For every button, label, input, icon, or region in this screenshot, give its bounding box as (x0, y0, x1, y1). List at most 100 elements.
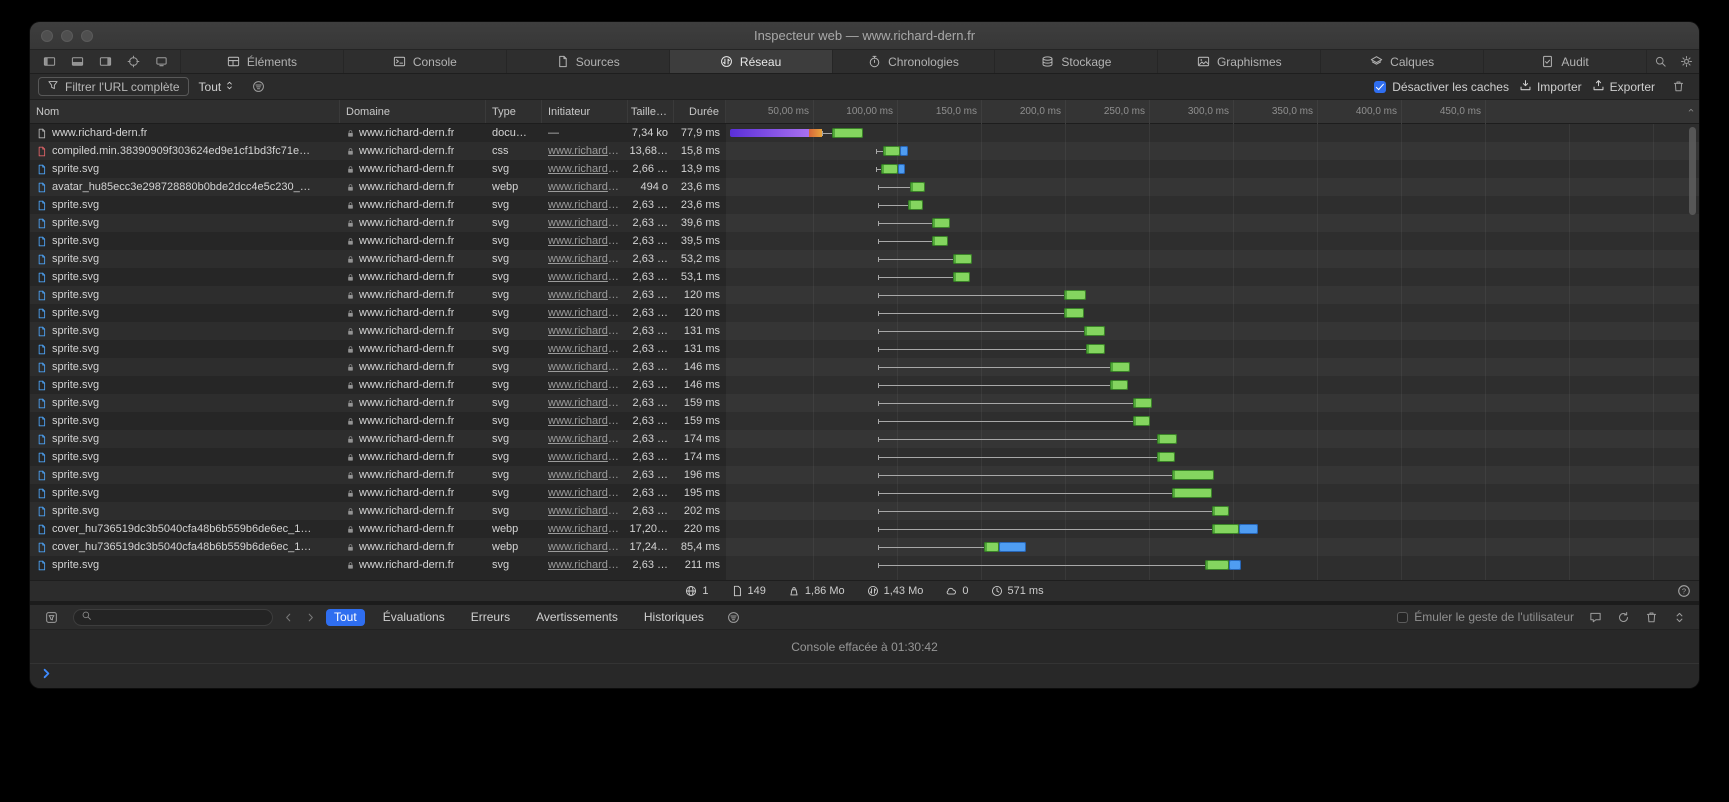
console-scope-erreurs[interactable]: Erreurs (463, 609, 518, 626)
request-initiator-link[interactable]: www.richard-d… (548, 145, 622, 157)
request-initiator-link[interactable]: www.richard-d… (548, 541, 622, 553)
request-initiator-link[interactable]: www.richard-d… (548, 559, 622, 571)
tab-stockage[interactable]: Stockage (994, 50, 1157, 73)
request-initiator-link[interactable]: www.richard-d… (548, 271, 622, 283)
chevron-up-icon[interactable] (1686, 105, 1696, 118)
console-filter-button[interactable] (38, 605, 64, 629)
tab-graphismes[interactable]: Graphismes (1157, 50, 1320, 73)
panel-left-button[interactable] (36, 50, 62, 73)
table-row[interactable]: avatar_hu85ecc3e298728880b0bde2dcc4e5c23… (30, 178, 1699, 196)
column-header-type[interactable]: Type (486, 100, 542, 123)
table-row[interactable]: cover_hu736519dc3b5040cfa48b6b559b6de6ec… (30, 538, 1699, 556)
gear-button[interactable] (1673, 50, 1699, 73)
request-initiator-link[interactable]: www.richard-d… (548, 487, 622, 499)
request-initiator-link[interactable]: www.richard-d… (548, 433, 622, 445)
table-row[interactable]: sprite.svgwww.richard-dern.frsvgwww.rich… (30, 556, 1699, 574)
table-row[interactable]: sprite.svgwww.richard-dern.frsvgwww.rich… (30, 448, 1699, 466)
tab-console[interactable]: Console (343, 50, 506, 73)
tab-elements[interactable]: Éléments (180, 50, 343, 73)
message-bubble-button[interactable] (1583, 606, 1607, 628)
console-scope-avertissements[interactable]: Avertissements (528, 609, 626, 626)
table-row[interactable]: sprite.svgwww.richard-dern.frsvgwww.rich… (30, 466, 1699, 484)
clear-network-items-button[interactable] (1665, 74, 1691, 99)
console-scope-tout[interactable]: Tout (326, 609, 365, 626)
column-header-size[interactable]: Taille… (628, 100, 674, 123)
column-header-domain[interactable]: Domaine (340, 100, 486, 123)
console-scope-historiques[interactable]: Historiques (636, 609, 712, 626)
panel-right-button[interactable] (92, 50, 118, 73)
request-initiator-link[interactable]: www.richard-d… (548, 343, 622, 355)
table-row[interactable]: sprite.svgwww.richard-dern.frsvgwww.rich… (30, 322, 1699, 340)
column-header-initiator[interactable]: Initiateur (542, 100, 628, 123)
previous-result-button[interactable] (282, 611, 295, 624)
table-row[interactable]: sprite.svgwww.richard-dern.frsvgwww.rich… (30, 394, 1699, 412)
table-row[interactable]: sprite.svgwww.richard-dern.frsvgwww.rich… (30, 358, 1699, 376)
vertical-scrollbar[interactable] (1689, 127, 1696, 215)
title-bar[interactable]: Inspecteur web — www.richard-dern.fr (30, 22, 1699, 50)
table-row[interactable]: sprite.svgwww.richard-dern.frsvgwww.rich… (30, 304, 1699, 322)
filter-options-button[interactable] (245, 74, 271, 99)
table-row[interactable]: sprite.svgwww.richard-dern.frsvgwww.rich… (30, 160, 1699, 178)
emulate-user-gesture-checkbox[interactable]: Émuler le geste de l'utilisateur (1397, 610, 1574, 624)
request-initiator-link[interactable]: www.richard-d… (548, 397, 622, 409)
element-picker-button[interactable] (120, 50, 146, 73)
trash-button[interactable] (1639, 606, 1663, 628)
request-initiator-link[interactable]: www.richard-d… (548, 325, 622, 337)
request-initiator-link[interactable]: www.richard-d… (548, 289, 622, 301)
table-row[interactable]: www.richard-dern.frwww.richard-dern.frdo… (30, 124, 1699, 142)
request-initiator-link[interactable]: www.richard-d… (548, 505, 622, 517)
panel-bottom-button[interactable] (64, 50, 90, 73)
request-initiator-link[interactable]: www.richard-d… (548, 163, 622, 175)
console-search-input[interactable] (97, 611, 265, 623)
request-initiator-link[interactable]: www.richard-d… (548, 181, 622, 193)
table-row[interactable]: sprite.svgwww.richard-dern.frsvgwww.rich… (30, 340, 1699, 358)
table-row[interactable]: sprite.svgwww.richard-dern.frsvgwww.rich… (30, 502, 1699, 520)
console-prompt[interactable] (30, 664, 1699, 688)
request-initiator-link[interactable]: www.richard-d… (548, 415, 622, 427)
request-initiator-link[interactable]: www.richard-d… (548, 307, 622, 319)
request-initiator-link[interactable]: www.richard-d… (548, 199, 622, 211)
table-row[interactable]: sprite.svgwww.richard-dern.frsvgwww.rich… (30, 376, 1699, 394)
console-scope-evaluations[interactable]: Évaluations (375, 609, 453, 626)
request-initiator-link[interactable]: www.richard-d… (548, 217, 622, 229)
url-filter-field[interactable]: Filtrer l'URL complète (38, 77, 189, 96)
table-row[interactable]: sprite.svgwww.richard-dern.frsvgwww.rich… (30, 268, 1699, 286)
reload-button[interactable] (1611, 606, 1635, 628)
expand-chevrons-button[interactable] (1667, 606, 1691, 628)
search-button[interactable] (1647, 50, 1673, 73)
console-filter-options-button[interactable] (721, 605, 747, 629)
table-row[interactable]: cover_hu736519dc3b5040cfa48b6b559b6de6ec… (30, 520, 1699, 538)
import-button[interactable]: Importer (1519, 79, 1582, 95)
column-header-name[interactable]: Nom (30, 100, 340, 123)
console-search-field[interactable] (73, 609, 273, 626)
request-initiator-link[interactable]: www.richard-d… (548, 451, 622, 463)
request-initiator-link[interactable]: www.richard-d… (548, 253, 622, 265)
table-row[interactable]: sprite.svgwww.richard-dern.frsvgwww.rich… (30, 250, 1699, 268)
export-button[interactable]: Exporter (1592, 79, 1655, 95)
column-header-duration[interactable]: Durée (674, 100, 726, 123)
tab-calques[interactable]: Calques (1320, 50, 1483, 73)
request-initiator-link[interactable]: www.richard-d… (548, 361, 622, 373)
table-row[interactable]: sprite.svgwww.richard-dern.frsvgwww.rich… (30, 196, 1699, 214)
table-row[interactable]: sprite.svgwww.richard-dern.frsvgwww.rich… (30, 484, 1699, 502)
disable-caches-checkbox[interactable]: Désactiver les caches (1374, 80, 1509, 94)
table-row[interactable]: sprite.svgwww.richard-dern.frsvgwww.rich… (30, 232, 1699, 250)
message-bubble-icon (1589, 611, 1602, 624)
table-row[interactable]: sprite.svgwww.richard-dern.frsvgwww.rich… (30, 430, 1699, 448)
tab-sources[interactable]: Sources (506, 50, 669, 73)
device-button[interactable] (148, 50, 174, 73)
request-initiator-link[interactable]: www.richard-d… (548, 235, 622, 247)
table-row[interactable]: sprite.svgwww.richard-dern.frsvgwww.rich… (30, 214, 1699, 232)
tab-audit[interactable]: Audit (1483, 50, 1646, 73)
request-initiator-link[interactable]: www.richard-d… (548, 469, 622, 481)
tab-chronologies[interactable]: Chronologies (832, 50, 995, 73)
help-button[interactable]: ? (1677, 584, 1691, 601)
type-filter-popup[interactable]: Tout (199, 80, 236, 94)
table-row[interactable]: sprite.svgwww.richard-dern.frsvgwww.rich… (30, 286, 1699, 304)
table-row[interactable]: compiled.min.38390909f303624ed9e1cf1bd3f… (30, 142, 1699, 160)
next-result-button[interactable] (304, 611, 317, 624)
tab-reseau[interactable]: Réseau (669, 50, 832, 73)
request-initiator-link[interactable]: www.richard-d… (548, 523, 622, 535)
request-initiator-link[interactable]: www.richard-d… (548, 379, 622, 391)
table-row[interactable]: sprite.svgwww.richard-dern.frsvgwww.rich… (30, 412, 1699, 430)
